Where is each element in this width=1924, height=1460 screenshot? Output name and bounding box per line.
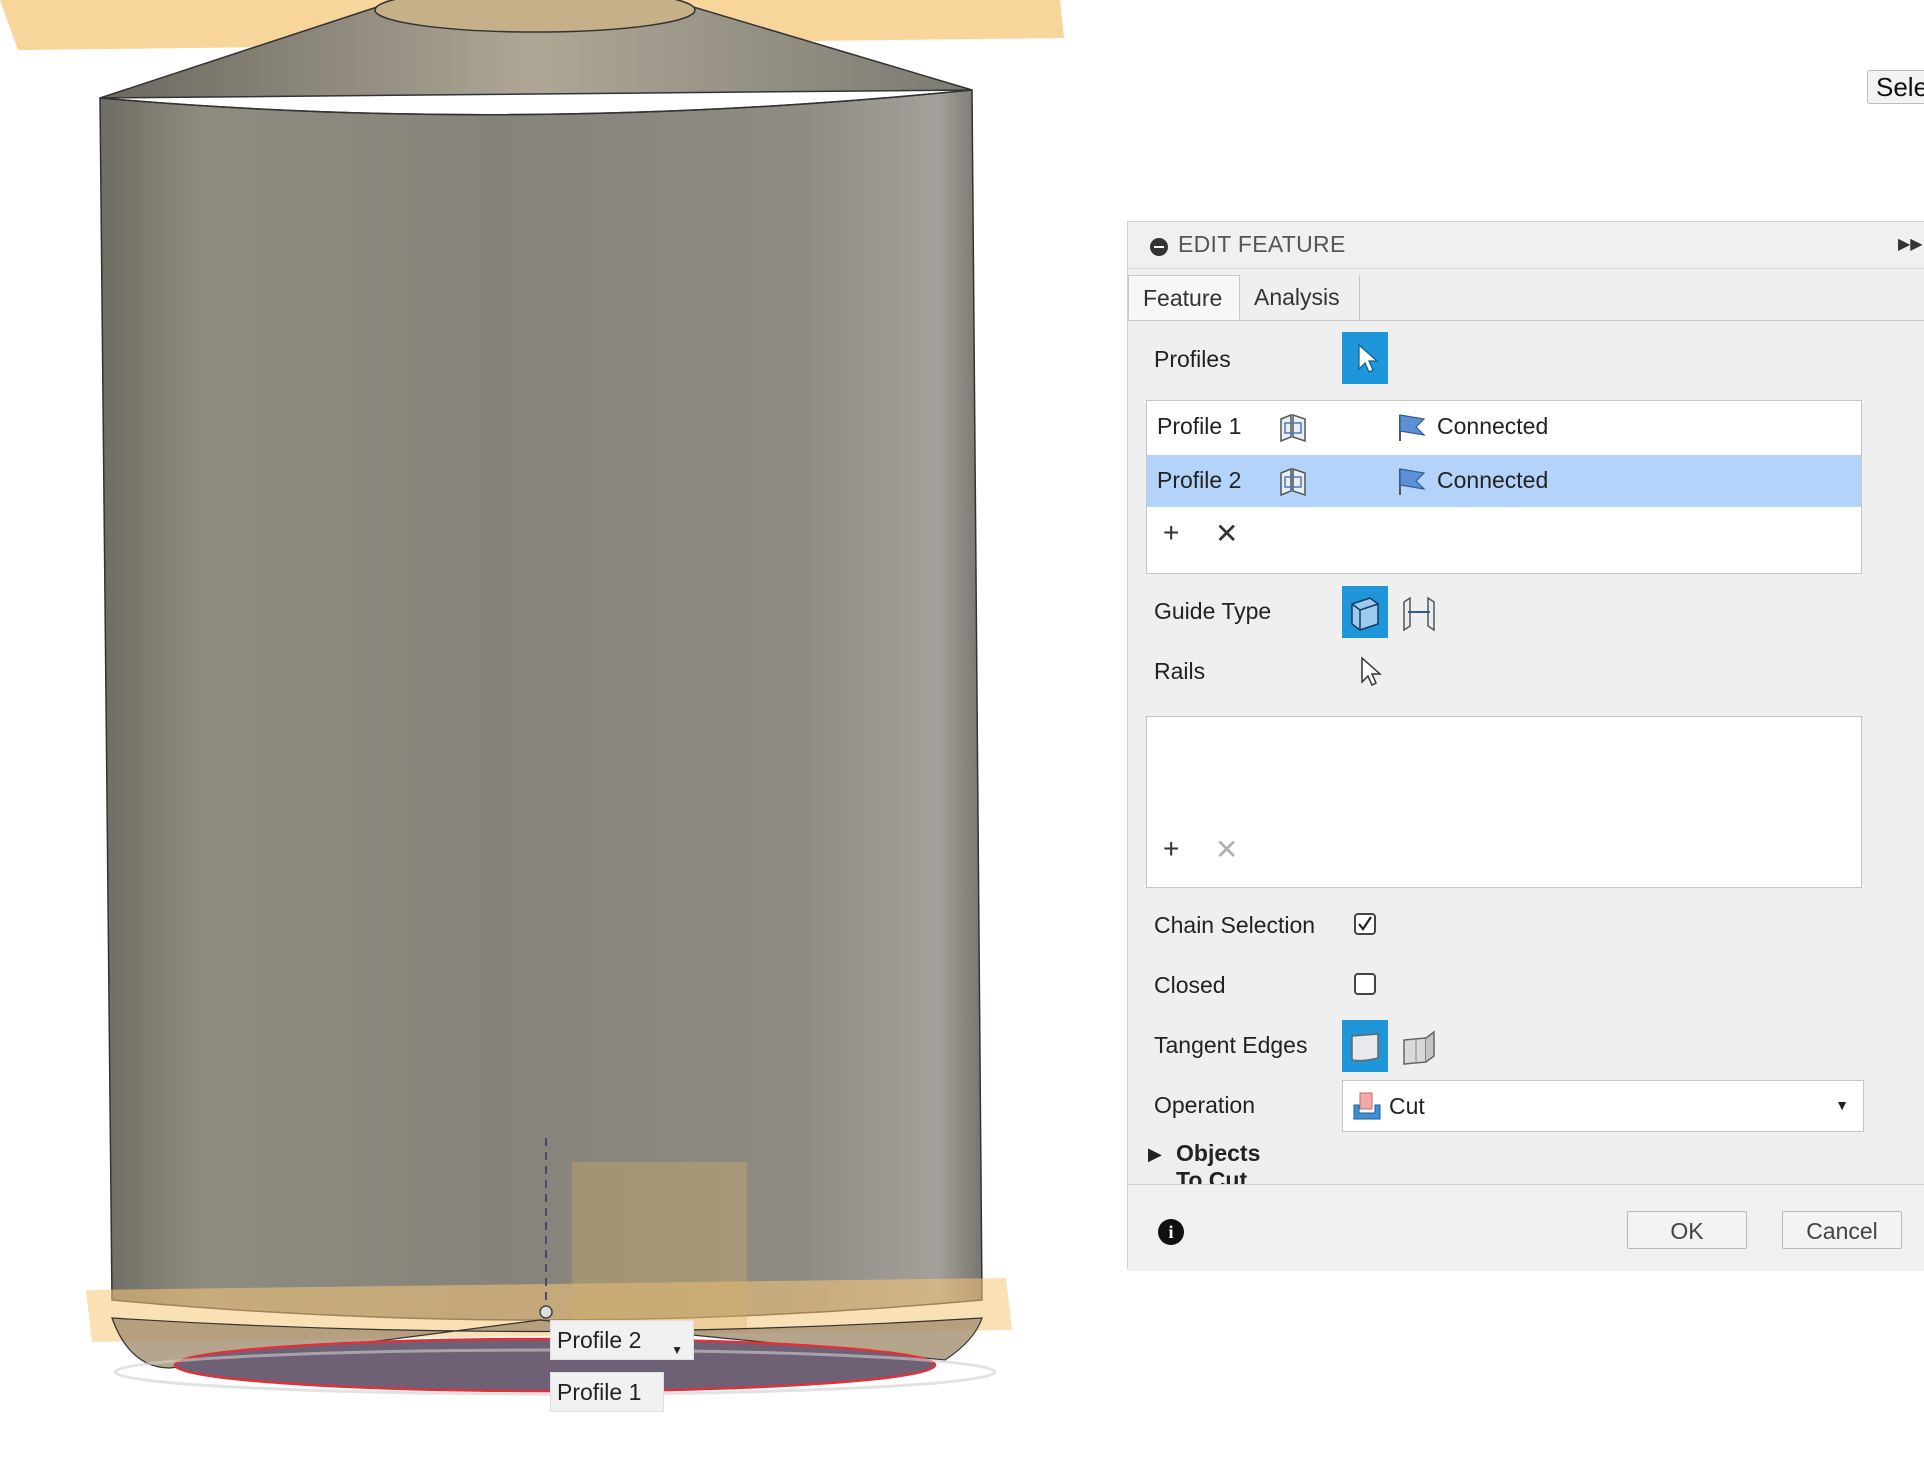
checkmark-icon [1358,916,1372,931]
closed-label: Closed [1154,972,1226,998]
profile-1-tag-label: Profile 1 [557,1379,642,1405]
tab-analysis[interactable]: Analysis [1240,275,1360,320]
dialog-title: EDIT FEATURE [1178,231,1346,257]
list-item[interactable]: Profile 1 Connected [1147,401,1861,453]
connected-flag-icon [1399,414,1426,441]
operation-select[interactable]: Cut ▼ [1342,1080,1864,1132]
tab-feature[interactable]: Feature [1128,275,1240,320]
chain-selection-label: Chain Selection [1154,912,1316,938]
tangent-edges-merge-button[interactable] [1342,1020,1388,1072]
continuity-value: Connected [1437,467,1549,493]
chain-selection-checkbox[interactable] [1354,913,1376,935]
rails-list: + ✕ [1146,716,1862,888]
tab-bar: Feature Analysis [1128,275,1924,321]
operation-value: Cut [1389,1093,1425,1119]
guide-type-rails-button[interactable] [1342,586,1388,638]
rails-guide-icon [1351,597,1379,631]
ok-button[interactable]: OK [1627,1211,1747,1249]
profile-2-tag-label: Profile 2 [557,1327,642,1353]
add-icon[interactable]: + [1163,517,1179,549]
dialog-header: EDIT FEATURE ▶▶ [1128,222,1924,269]
keep-edges-icon [1403,1030,1435,1065]
closed-checkbox[interactable] [1354,973,1376,995]
expand-arrow-icon[interactable]: ▶ [1148,1144,1162,1165]
cursor-arrow-icon [1358,343,1379,373]
select-chip-label: Sele [1876,72,1924,102]
cylinder-body [99,89,983,1321]
collapse-icon[interactable] [1150,238,1168,256]
edit-feature-dialog: EDIT FEATURE ▶▶ Feature Analysis Profile… [1127,221,1924,1271]
guide-type-label: Guide Type [1154,598,1272,624]
profile-2-tag[interactable]: Profile 2 ▼ [550,1320,694,1360]
remove-icon: ✕ [1215,834,1239,865]
profile-1-tag[interactable]: Profile 1 [550,1372,664,1412]
cut-icon [1353,1092,1381,1120]
cancel-button[interactable]: Cancel [1782,1211,1902,1249]
info-icon[interactable]: i [1158,1219,1184,1245]
select-chip[interactable]: Sele [1867,70,1924,104]
profile-name: Profile 1 [1157,413,1242,439]
continuity-value: Connected [1437,413,1549,439]
profiles-select-button[interactable] [1342,332,1388,384]
tangency-icon[interactable] [1275,465,1311,497]
dialog-footer: i OK Cancel [1128,1184,1924,1271]
connected-flag-icon [1399,468,1426,495]
profiles-list: Profile 1 Connected Profile 2 Connected … [1146,400,1862,574]
add-icon[interactable]: + [1163,833,1179,865]
centerline-guide-icon [1403,596,1435,632]
merge-edges-icon [1351,1033,1379,1062]
operation-label: Operation [1154,1092,1256,1118]
caret-down-icon[interactable]: ▼ [671,1337,683,1363]
sketch-square [572,1162,747,1332]
profiles-label: Profiles [1154,346,1231,372]
dropdown-arrow-icon[interactable]: ▼ [1835,1097,1849,1113]
tangent-edges-label: Tangent Edges [1154,1032,1308,1058]
expand-icon[interactable]: ▶▶ [1898,234,1923,254]
point-marker [539,1305,553,1319]
tangent-edges-keep-button[interactable] [1396,1020,1442,1072]
rails-label: Rails [1154,658,1206,684]
guide-type-centerline-button[interactable] [1396,586,1442,638]
cursor-arrow-icon[interactable] [1358,654,1388,690]
list-item[interactable]: Profile 2 Connected [1147,455,1861,507]
tangency-icon[interactable] [1275,411,1311,443]
remove-icon[interactable]: ✕ [1215,517,1238,550]
profile-name: Profile 2 [1157,467,1242,493]
